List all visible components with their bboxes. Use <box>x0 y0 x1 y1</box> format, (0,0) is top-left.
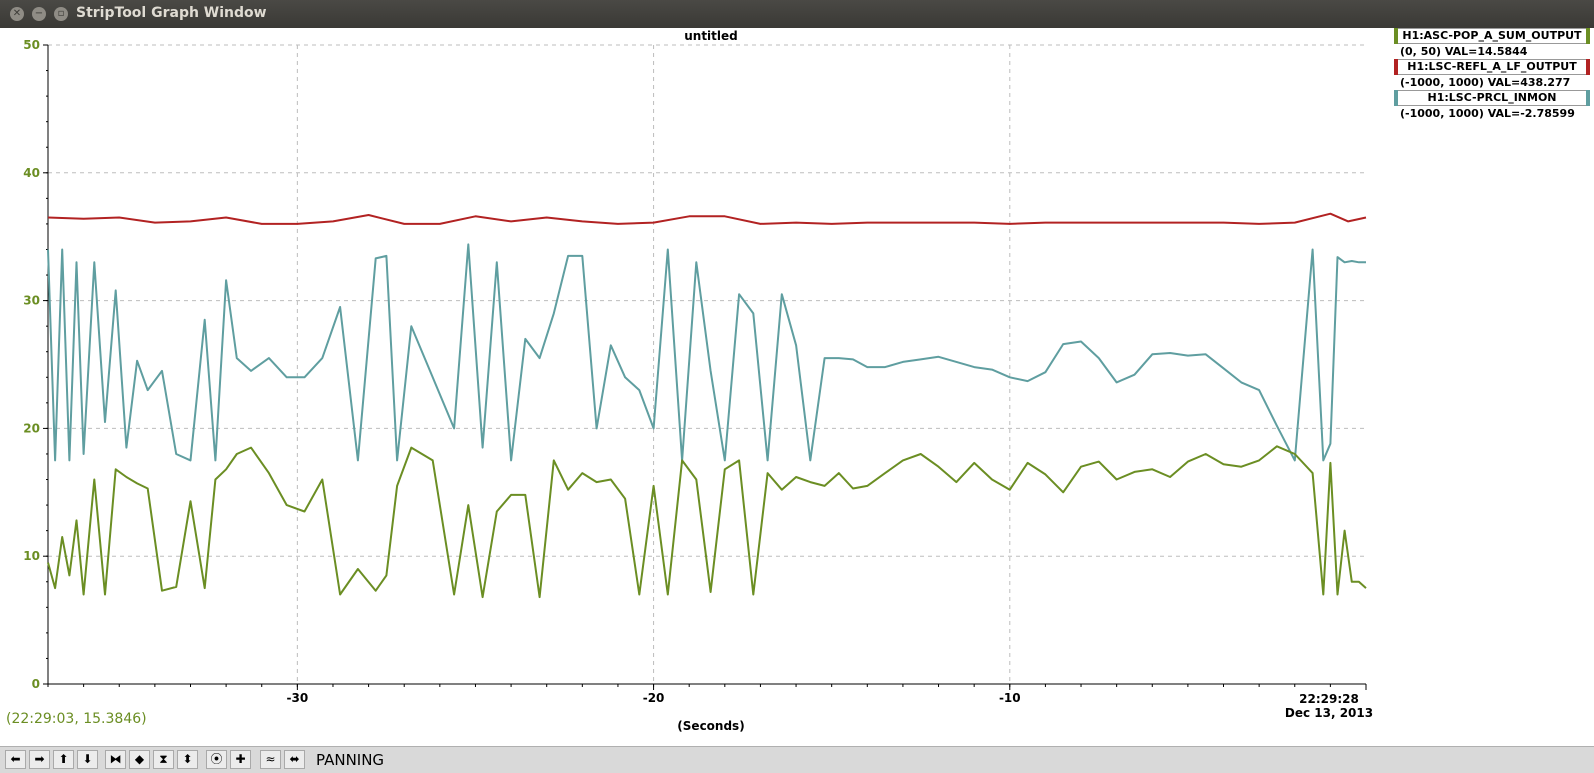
arrow-down-icon[interactable]: ⬇ <box>77 750 98 769</box>
zoom-out-x-icon[interactable]: ◆ <box>129 750 150 769</box>
maximize-icon[interactable]: ▫ <box>54 7 68 21</box>
legend-series-range: (-1000, 1000) VAL=438.277 <box>1400 76 1571 89</box>
zoom-in-x-icon[interactable]: ⧓ <box>105 750 126 769</box>
arrow-up-icon[interactable]: ⬆ <box>53 750 74 769</box>
arrow-right-icon[interactable]: ➡ <box>29 750 50 769</box>
legend-entry[interactable]: H1:LSC-PRCL_INMON (-1000, 1000) VAL=-2.7… <box>1394 90 1590 121</box>
arrow-left-icon[interactable]: ⬅ <box>5 750 26 769</box>
graph-area[interactable]: 0 10 20 30 40 50 -30 -20 -10 untitled (Seconds) 22:… <box>0 28 1594 746</box>
y-tick-label: 50 <box>23 38 40 52</box>
x-tick-label: -10 <box>999 691 1021 705</box>
window-title: StripTool Graph Window <box>76 5 267 21</box>
title-bar: ✕ − ▫ StripTool Graph Window <box>0 0 1594 28</box>
y-tick-label: 10 <box>23 549 40 563</box>
legend: H1:ASC-POP_A_SUM_OUTPUT (0, 50) VAL=14.5… <box>1394 28 1590 121</box>
legend-entry[interactable]: H1:LSC-REFL_A_LF_OUTPUT (-1000, 1000) VA… <box>1394 59 1590 90</box>
auto-scale-icon[interactable]: ≈ <box>260 750 281 769</box>
y-tick-label: 0 <box>32 677 40 691</box>
legend-series-name: H1:LSC-PRCL_INMON <box>1394 90 1590 106</box>
strip-chart[interactable]: 0 10 20 30 40 50 -30 -20 -10 untitled (Seconds) 22:… <box>0 28 1594 746</box>
pan-icon[interactable]: ⬌ <box>284 750 305 769</box>
x-tick-label: -30 <box>287 691 309 705</box>
mode-indicator: PANNING <box>316 751 385 769</box>
record-icon[interactable]: ⦿ <box>206 750 227 769</box>
cursor-coordinate-readout: (22:29:03, 15.3846) <box>6 711 147 727</box>
toolbar: ⬅ ➡ ⬆ ⬇ ⧓ ◆ ⧗ ⬍ ⦿ ✚ ≈ ⬌ PANNING <box>0 746 1594 773</box>
zoom-in-y-icon[interactable]: ⧗ <box>153 750 174 769</box>
y-tick-label: 40 <box>23 166 40 180</box>
x-tick-label: -20 <box>643 691 665 705</box>
legend-series-range: (0, 50) VAL=14.5844 <box>1400 45 1528 58</box>
y-tick-label: 20 <box>23 421 40 435</box>
y-tick-label: 30 <box>23 294 40 308</box>
legend-series-range: (-1000, 1000) VAL=-2.78599 <box>1400 107 1575 120</box>
plot-background <box>48 45 1366 684</box>
zoom-out-y-icon[interactable]: ⬍ <box>177 750 198 769</box>
legend-entry[interactable]: H1:ASC-POP_A_SUM_OUTPUT (0, 50) VAL=14.5… <box>1394 28 1590 59</box>
date-label: Dec 13, 2013 <box>1285 706 1373 720</box>
close-icon[interactable]: ✕ <box>10 7 24 21</box>
plus-icon[interactable]: ✚ <box>230 750 251 769</box>
time-label: 22:29:28 <box>1299 692 1359 706</box>
chart-title: untitled <box>684 29 738 43</box>
legend-series-name: H1:ASC-POP_A_SUM_OUTPUT <box>1394 28 1590 44</box>
legend-series-name: H1:LSC-REFL_A_LF_OUTPUT <box>1394 59 1590 75</box>
x-axis-label: (Seconds) <box>677 719 744 733</box>
minimize-icon[interactable]: − <box>32 7 46 21</box>
